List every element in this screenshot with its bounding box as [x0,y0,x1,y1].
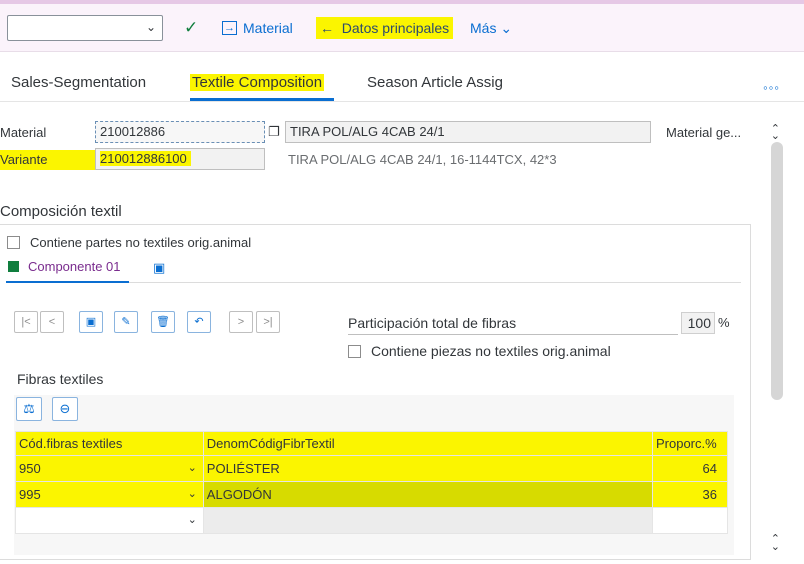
material-button[interactable]: Material [222,17,293,39]
fibras-table-container: ⚖ ⊖ Cód.fibras textiles DenomCódigFibrTe… [14,395,734,555]
previous-page-icon[interactable]: < [40,311,64,333]
prop-cell[interactable]: 64 [651,455,729,482]
prop-cell[interactable]: 36 [651,481,729,508]
check-icon[interactable]: ✓ [184,17,198,39]
vertical-scrollbar[interactable] [771,142,783,400]
toolbar: ⌄ ✓ Material ← Datos principales Más ⌄ [0,4,804,52]
create-icon[interactable]: ▣ [79,311,103,333]
first-page-icon[interactable]: |< [14,311,38,333]
active-tab-indicator [190,98,334,101]
animal-parts-checkbox[interactable] [7,236,20,249]
column-header-code[interactable]: Cód.fibras textiles [15,431,204,456]
variante-description: TIRA POL/ALG 4CAB 24/1, 16-1144TCX, 42*3 [288,152,557,167]
table-row[interactable]: 950 ⌄ POLIÉSTER 64 [15,455,729,482]
chevron-down-icon: ⌄ [500,20,513,36]
edit-pencil-icon[interactable]: ✎ [114,311,138,333]
participacion-unit: % [718,315,730,330]
scroll-down-icon[interactable]: ⌄ [771,540,780,553]
animal-parts-checkbox-row[interactable]: Contiene partes no textiles orig.animal [7,235,251,250]
delete-trash-icon[interactable]: 🗑 [151,311,175,333]
material-description: TIRA POL/ALG 4CAB 24/1 [285,121,651,143]
animal-pieces-checkbox-row[interactable]: Contiene piezas no textiles orig.animal [348,343,611,359]
last-page-icon[interactable]: >| [256,311,280,333]
fibras-title: Fibras textiles [17,371,104,387]
remove-row-icon[interactable]: ⊖ [52,397,78,421]
undo-icon[interactable]: ↶ [187,311,211,333]
table-row[interactable]: ⌄ [15,507,729,534]
tab-label: Season Article Assig [367,74,503,91]
name-cell: POLIÉSTER [202,455,653,482]
animal-pieces-label: Contiene piezas no textiles orig.animal [371,343,611,359]
material-label: Material [0,125,47,140]
material-ge-label: Material ge... [666,125,742,140]
material-button-label: Material [243,20,293,36]
variante-value: 210012886100 [100,151,191,166]
datos-principales-label: Datos principales [341,20,450,36]
tab-componente-01[interactable]: Componente 01 [8,259,121,274]
prop-cell[interactable] [651,507,729,534]
tab-textile-composition[interactable]: Textile Composition [190,74,325,91]
chevron-down-icon[interactable]: ⌄ [146,20,156,34]
component-tab-label: Componente 01 [28,259,121,274]
scroll-down-icon[interactable]: ⌄ [771,129,780,142]
table-row[interactable]: 995 ⌄ ALGODÓN 36 [15,481,729,508]
tab-label: Textile Composition [190,74,325,91]
variante-input[interactable]: 210012886100 [95,148,265,170]
variante-label: Variante [0,150,96,170]
component-status-icon [8,261,19,272]
participacion-value: 100 [681,312,715,334]
tab-label: Sales-Segmentation [11,74,147,91]
copy-icon[interactable]: ❐ [268,124,280,140]
composicion-title: Composición textil [0,203,122,220]
component-tab-indicator [6,281,129,283]
animal-pieces-checkbox[interactable] [348,345,361,358]
composicion-panel: Contiene partes no textiles orig.animal … [0,224,751,560]
balance-scale-icon[interactable]: ⚖ [16,397,42,421]
column-header-name[interactable]: DenomCódigFibrTextil [202,431,653,456]
code-cell[interactable]: 995 ⌄ [15,481,204,508]
chevron-down-icon[interactable]: ⌄ [188,487,197,500]
animal-parts-label: Contiene partes no textiles orig.animal [30,235,252,250]
mas-label: Más [470,20,497,36]
mas-menu-button[interactable]: Más ⌄ [470,17,512,39]
code-cell[interactable]: 950 ⌄ [15,455,204,482]
tab-season-article-assig[interactable]: Season Article Assig [367,74,503,91]
code-value: 995 [19,487,41,502]
participacion-label: Participación total de fibras [348,315,678,335]
arrow-left-icon: ← [320,20,334,36]
material-input[interactable]: 210012886 [95,121,265,143]
more-tabs-icon[interactable]: ◦◦◦ [763,80,780,95]
navigate-box-icon [222,17,237,39]
name-cell [202,507,653,534]
next-page-icon[interactable]: > [229,311,253,333]
tab-bar: Sales-Segmentation Textile Composition S… [0,52,804,102]
chevron-down-icon[interactable]: ⌄ [188,513,197,526]
column-header-prop[interactable]: Proporc.% [651,431,729,456]
chevron-down-icon[interactable]: ⌄ [188,461,197,474]
fibras-table: Cód.fibras textiles DenomCódigFibrTextil… [15,431,729,534]
datos-principales-button[interactable]: ← Datos principales [316,17,454,39]
tab-sales-segmentation[interactable]: Sales-Segmentation [11,74,146,91]
code-value: 950 [19,461,41,476]
add-component-icon[interactable]: ▣ [153,260,165,276]
name-cell: ALGODÓN [202,481,653,508]
code-cell[interactable]: ⌄ [15,507,204,534]
header-combobox[interactable]: ⌄ [7,15,163,41]
